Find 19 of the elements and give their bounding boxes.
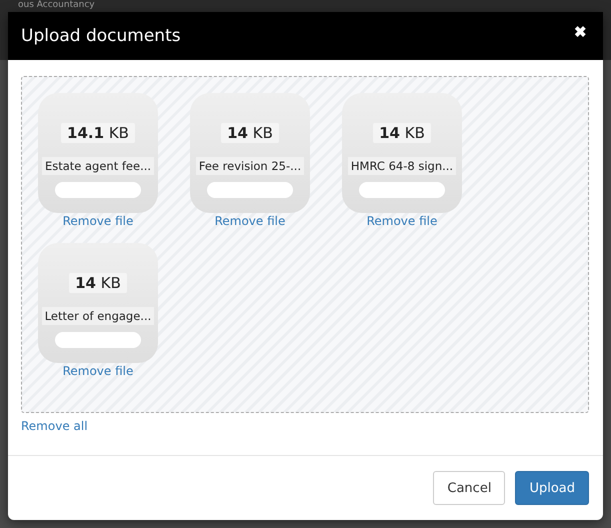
cancel-button[interactable]: Cancel xyxy=(433,471,506,505)
close-button[interactable]: ✖ xyxy=(572,23,589,41)
remove-file-link[interactable]: Remove file xyxy=(214,214,286,228)
remove-file-link[interactable]: Remove file xyxy=(366,214,438,228)
file-size: 14 KB xyxy=(221,123,279,143)
file-name: HMRC 64-8 sign... xyxy=(348,157,456,175)
file-size: 14.1 KB xyxy=(61,123,135,143)
drop-zone[interactable]: 14.1 KB Estate agent fee... Remove file 14 KB Fee revision 25-... Remove file 14 KB HMRC 64-8 sign... Remove file 14 KB Letter of engage... Remove file xyxy=(21,76,589,413)
upload-button[interactable]: Upload xyxy=(515,471,589,505)
remove-file-link[interactable]: Remove file xyxy=(62,364,134,378)
file-name: Letter of engage... xyxy=(42,307,154,325)
app-title: ous Accountancy xyxy=(18,0,95,11)
dialog-title: Upload documents xyxy=(21,26,181,46)
file-size: 14 KB xyxy=(69,273,127,293)
remove-file-link[interactable]: Remove file xyxy=(62,214,134,228)
file-name: Fee revision 25-... xyxy=(196,157,304,175)
file-size: 14 KB xyxy=(373,123,431,143)
file-name: Estate agent fee... xyxy=(42,157,154,175)
remove-all-link[interactable]: Remove all xyxy=(21,419,88,433)
